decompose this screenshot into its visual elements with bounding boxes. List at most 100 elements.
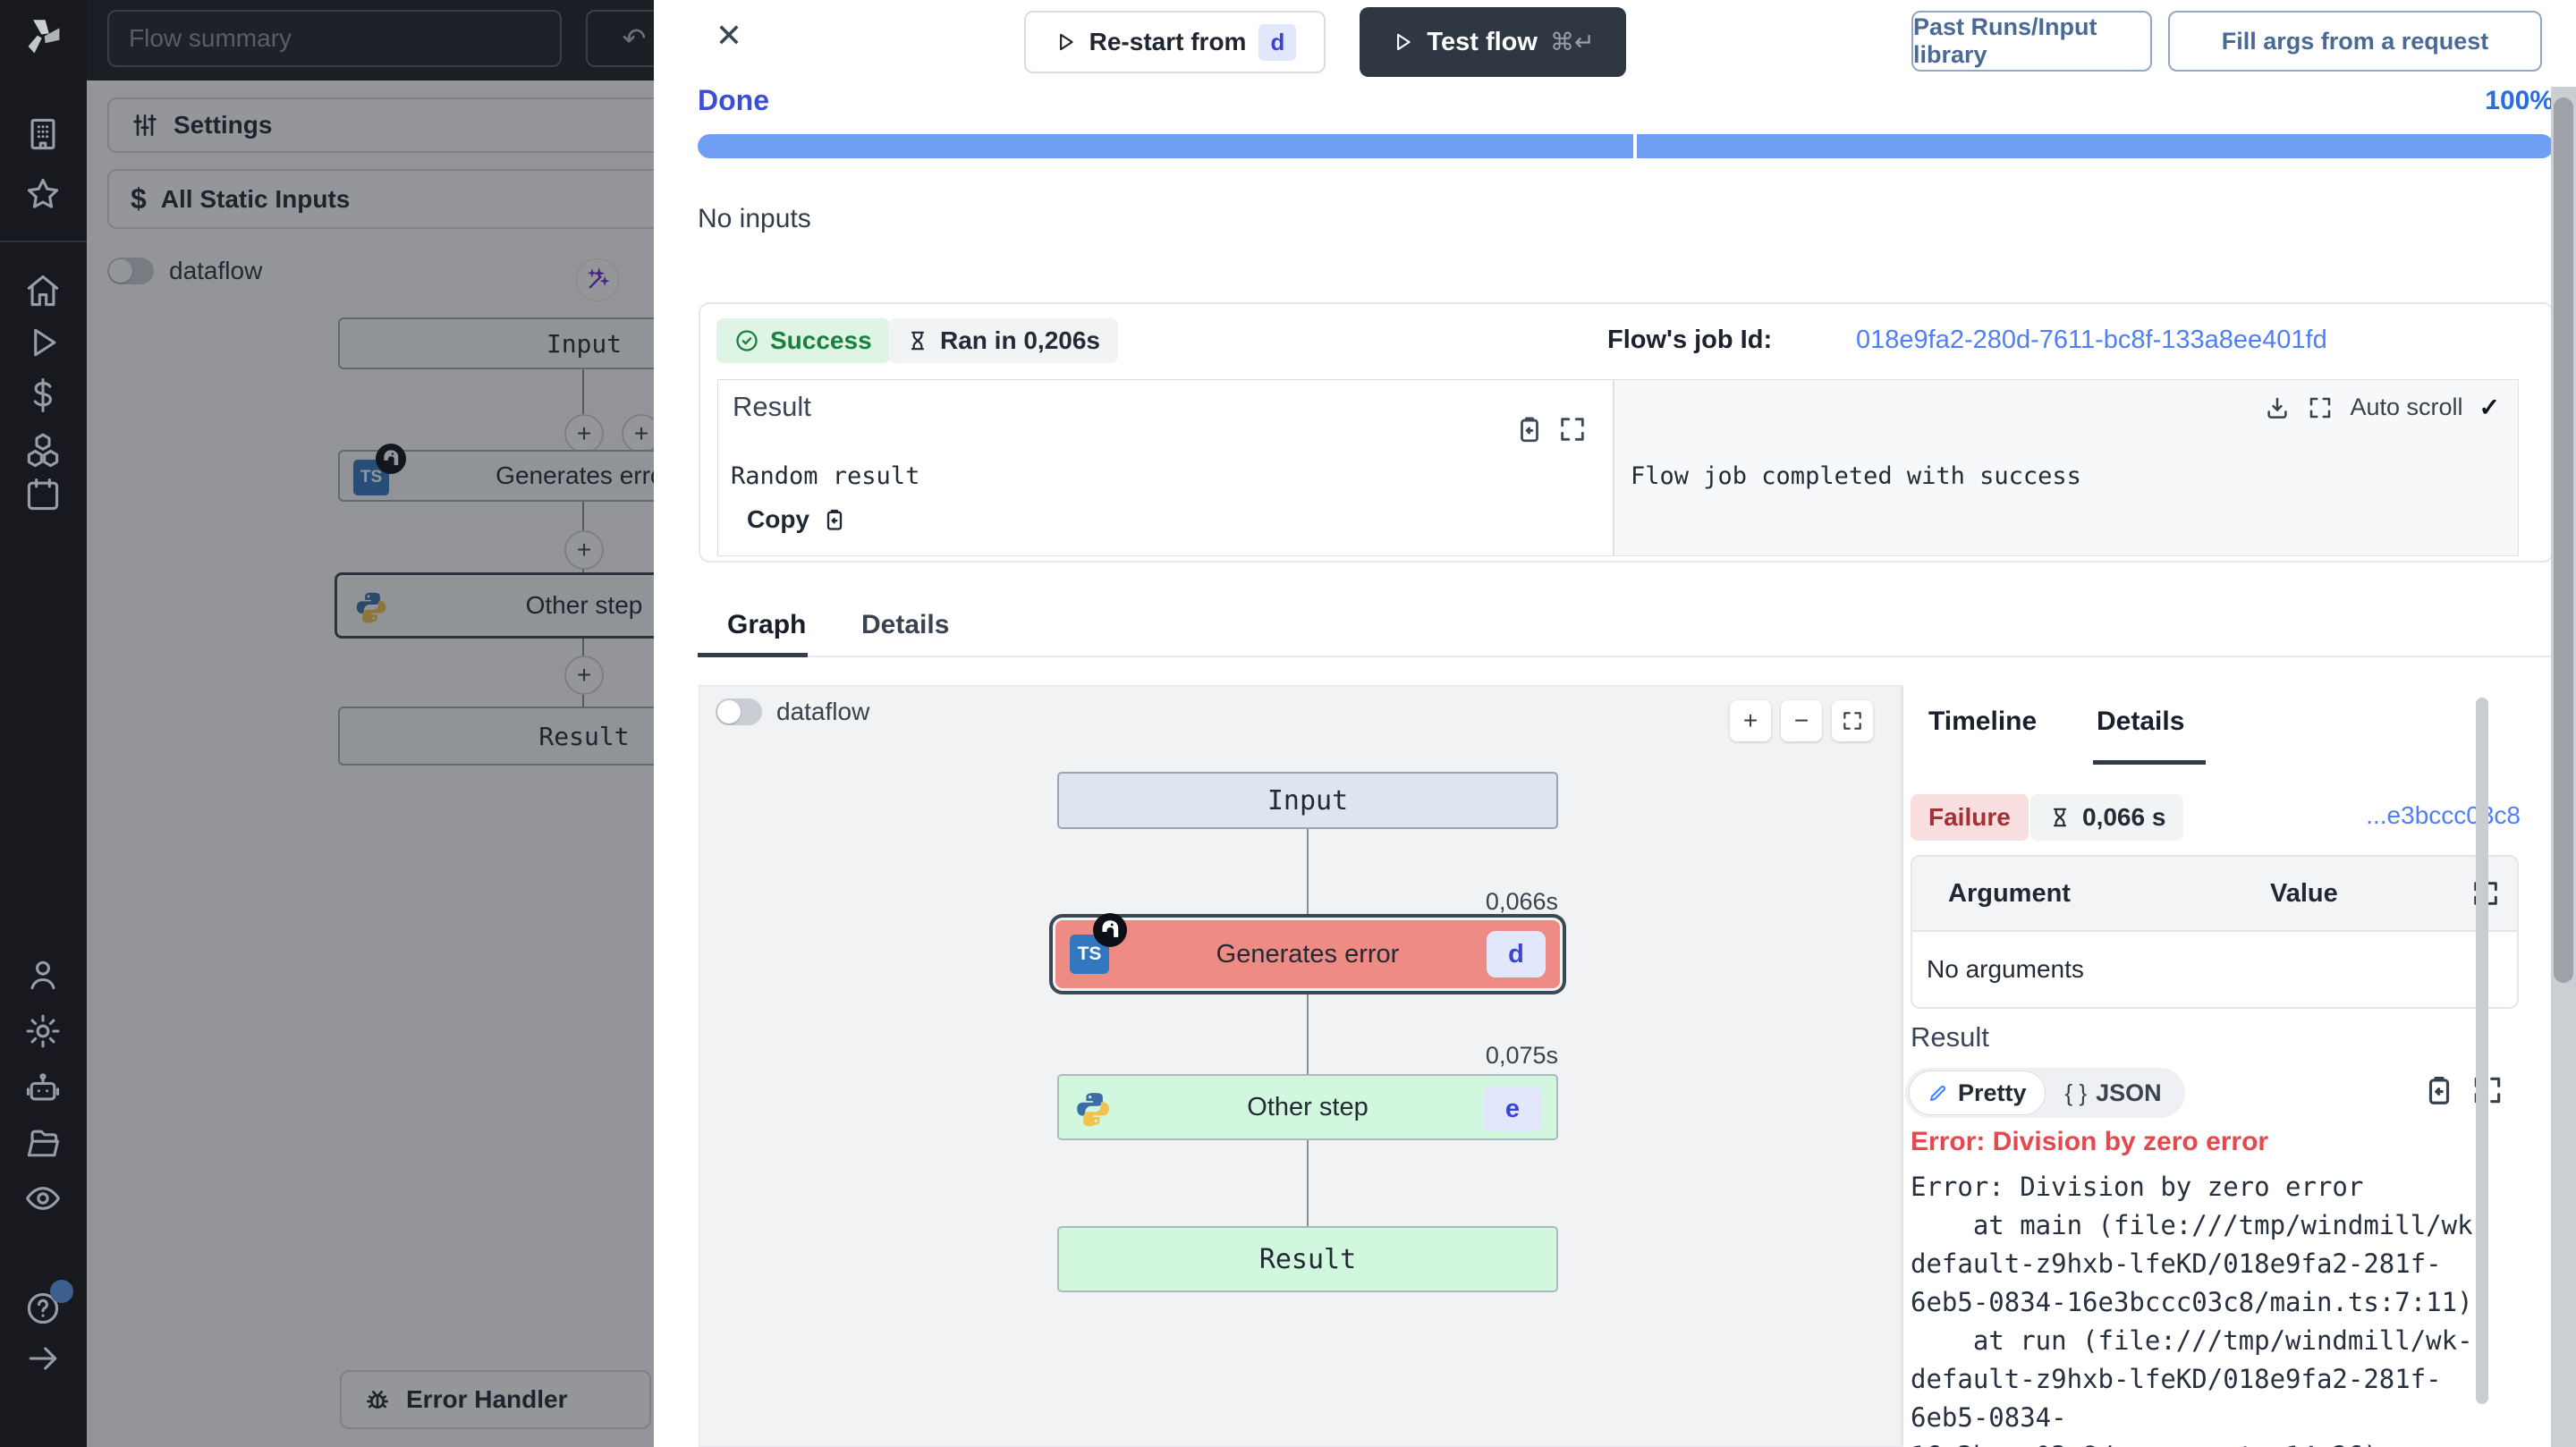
step-result-title: Result <box>1911 1021 1989 1054</box>
log-toolbar: Auto scroll ✓ <box>2264 393 2500 422</box>
result-view-segmented-control: Pretty { } JSON <box>1905 1068 2185 1118</box>
restart-step-badge: d <box>1258 24 1296 61</box>
fit-view-button[interactable] <box>1832 700 1873 741</box>
audit-eye-icon[interactable] <box>23 1179 63 1218</box>
graph-node-other-duration: 0,075s <box>1379 1042 1558 1070</box>
graph-node-error-label: Generates error <box>1216 940 1400 969</box>
resources-cubes-icon[interactable] <box>23 430 63 470</box>
copy-result-icon[interactable] <box>1514 414 1545 444</box>
pretty-toggle[interactable]: Pretty <box>1909 1070 2046 1115</box>
tabs-border <box>698 656 2554 657</box>
result-pane: Result Random result Copy <box>717 379 1614 556</box>
graph-connector-line <box>1307 800 1309 1257</box>
success-label: Success <box>770 326 872 355</box>
copy-label: Copy <box>747 505 809 534</box>
result-value: Random result <box>731 462 919 490</box>
graph-dataflow-toggle[interactable] <box>716 698 762 725</box>
graph-node-error-step-badge: d <box>1487 931 1546 977</box>
expand-log-icon[interactable] <box>2307 394 2334 421</box>
modal-dim-overlay[interactable] <box>87 0 654 1447</box>
tab-timeline[interactable]: Timeline <box>1928 707 2037 737</box>
job-id-link[interactable]: 018e9fa2-280d-7611-bc8f-133a8ee401fd <box>1856 326 2327 355</box>
help-notification-dot <box>50 1280 73 1303</box>
left-rail <box>0 0 87 1447</box>
progress-segment-2 <box>1637 134 2554 158</box>
past-runs-button[interactable]: Past Runs/Input library <box>1911 11 2152 72</box>
schedules-calendar-icon[interactable] <box>23 475 63 514</box>
workspace-icon[interactable] <box>23 114 63 154</box>
fill-args-button[interactable]: Fill args from a request <box>2168 11 2542 72</box>
error-title: Error: Division by zero error <box>1911 1127 2268 1157</box>
clipboard-icon <box>822 507 847 532</box>
folders-icon[interactable] <box>23 1123 63 1163</box>
column-value: Value <box>2270 879 2338 909</box>
restart-from-label: Re-start from <box>1089 28 1247 56</box>
tab-details[interactable]: Details <box>861 610 949 640</box>
graph-dataflow-label: dataflow <box>776 698 869 725</box>
panel-divider <box>1902 685 1903 1447</box>
expand-sidebar-arrow-icon[interactable] <box>23 1339 63 1378</box>
settings-gear-icon[interactable] <box>23 1011 63 1051</box>
error-stack-trace: Error: Division by zero error at main (f… <box>1911 1168 2515 1447</box>
tab-step-details-underline <box>2093 760 2206 765</box>
expand-result-icon[interactable] <box>1557 414 1588 444</box>
graph-node-input[interactable]: Input <box>1057 772 1558 829</box>
hourglass-icon <box>906 329 929 352</box>
graph-node-other-label: Other step <box>1247 1093 1368 1122</box>
ran-in-label: Ran in 0,206s <box>940 326 1100 355</box>
zoom-out-button[interactable]: − <box>1781 700 1822 741</box>
arguments-table-header: Argument Value <box>1912 857 2517 932</box>
column-argument: Argument <box>1948 879 2071 909</box>
favorites-star-icon[interactable] <box>23 174 63 214</box>
play-icon <box>1054 30 1077 54</box>
graph-node-other-step-badge: e <box>1483 1087 1542 1131</box>
progress-segment-1 <box>698 134 1633 158</box>
test-flow-button[interactable]: Test flow ⌘↵ <box>1360 7 1626 77</box>
step-details-panel: Timeline Details Failure 0,066 s ...e3bc… <box>1905 685 2522 1447</box>
users-person-icon[interactable] <box>23 955 63 994</box>
close-icon[interactable]: ✕ <box>709 16 749 55</box>
check-circle-icon <box>734 328 759 353</box>
success-badge: Success <box>716 318 890 363</box>
windmill-app: Flow summary ↶ Settings $ All Static Inp… <box>0 0 2576 1447</box>
no-arguments-text: No arguments <box>1927 955 2084 984</box>
page-scrollbar-track[interactable] <box>2551 87 2576 1447</box>
tab-graph[interactable]: Graph <box>727 610 806 640</box>
arguments-empty-row: No arguments <box>1912 932 2517 1007</box>
test-flow-shortcut: ⌘↵ <box>1550 29 1595 56</box>
progress-bar <box>698 134 2554 158</box>
workers-robot-icon[interactable] <box>23 1069 63 1108</box>
details-scrollbar-thumb[interactable] <box>2476 698 2488 1404</box>
json-label: JSON <box>2096 1079 2162 1107</box>
graph-node-error-step[interactable]: TS Generates error d <box>1055 920 1560 988</box>
deno-icon <box>1093 913 1127 947</box>
copy-step-result-icon[interactable] <box>2422 1073 2456 1107</box>
run-status-text: Done <box>698 84 769 117</box>
play-icon <box>1391 30 1414 54</box>
zoom-in-button[interactable]: + <box>1730 700 1771 741</box>
home-icon[interactable] <box>23 271 63 310</box>
download-log-icon[interactable] <box>2264 394 2291 421</box>
arguments-table: Argument Value No arguments <box>1911 855 2519 1009</box>
python-icon <box>1073 1089 1113 1129</box>
copy-button[interactable]: Copy <box>747 505 847 534</box>
step-duration-badge: 0,066 s <box>2030 794 2183 841</box>
flow-editor-background: Flow summary ↶ Settings $ All Static Inp… <box>87 0 654 1447</box>
test-flow-label: Test flow <box>1427 28 1538 57</box>
json-toggle[interactable]: { } JSON <box>2046 1070 2182 1115</box>
restart-from-button[interactable]: Re-start from d <box>1024 11 1326 73</box>
graph-node-result[interactable]: Result <box>1057 1226 1558 1292</box>
duration-badge: Ran in 0,206s <box>888 318 1118 363</box>
windmill-logo-icon[interactable] <box>20 13 66 59</box>
runs-play-icon[interactable] <box>23 323 63 362</box>
log-line: Flow job completed with success <box>1631 462 2081 490</box>
graph-node-error-duration: 0,066s <box>1379 888 1558 916</box>
pretty-label: Pretty <box>1958 1079 2027 1107</box>
tab-step-details[interactable]: Details <box>2097 707 2184 737</box>
variables-dollar-icon[interactable] <box>23 376 63 415</box>
page-scrollbar-thumb[interactable] <box>2554 97 2573 983</box>
graph-node-other-step[interactable]: Other step e <box>1057 1074 1558 1140</box>
log-pane: Auto scroll ✓ Flow job completed with su… <box>1614 379 2519 556</box>
auto-scroll-check-icon[interactable]: ✓ <box>2479 393 2500 422</box>
help-icon[interactable] <box>23 1289 63 1328</box>
